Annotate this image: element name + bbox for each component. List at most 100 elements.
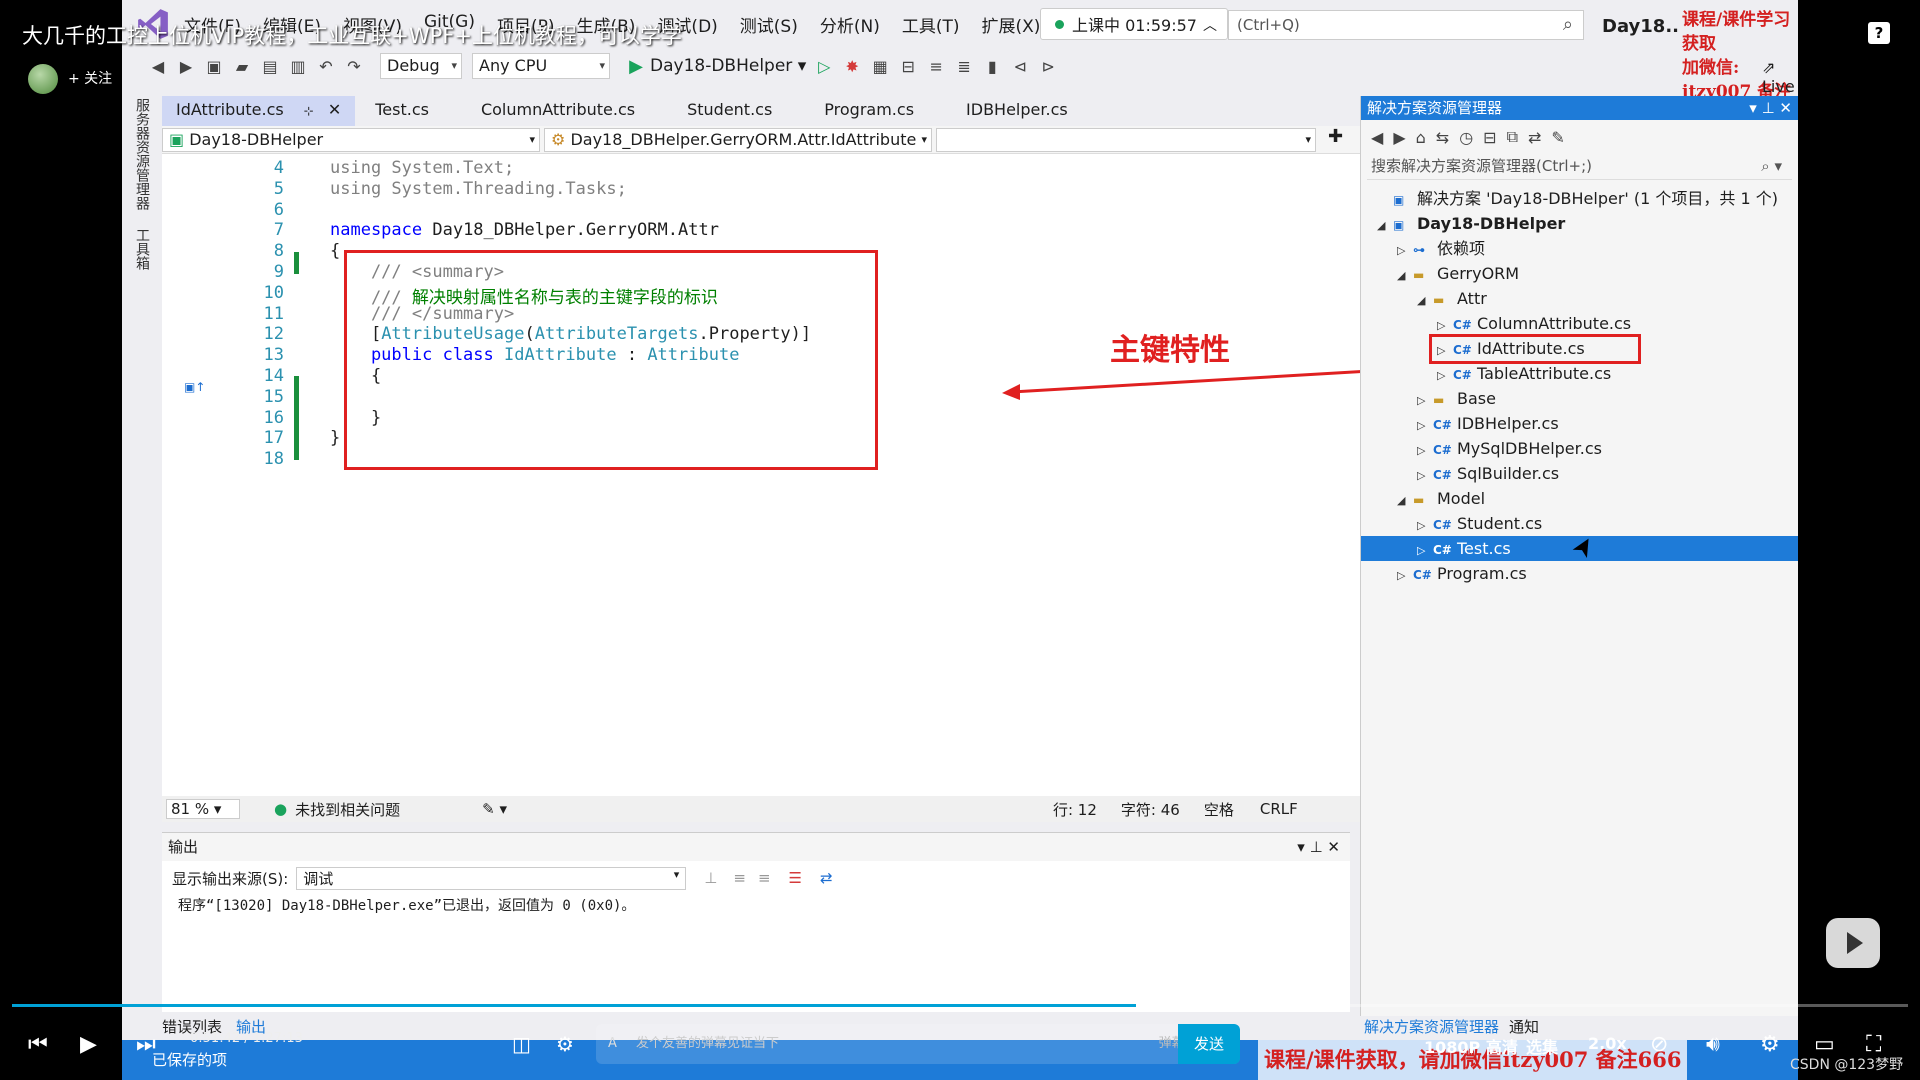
menu-item[interactable]: 分析(N): [820, 12, 880, 37]
pending-changes-icon[interactable]: ◷: [1459, 128, 1473, 147]
document-tab[interactable]: IDBHelper.cs: [952, 96, 1082, 126]
implementation-glyph-icon[interactable]: ▣↑: [184, 380, 205, 394]
chevron-up-icon[interactable]: ︿: [1203, 15, 1217, 35]
document-tab[interactable]: Program.cs: [810, 96, 928, 126]
collapsed-arrow-icon[interactable]: ▷: [1417, 388, 1433, 413]
save-all-icon[interactable]: ▥: [288, 56, 308, 76]
tree-node[interactable]: ◢ ▬ GerryORM: [1361, 261, 1798, 286]
help-icon[interactable]: ?: [1868, 22, 1890, 44]
document-tab[interactable]: ColumnAttribute.cs: [467, 96, 649, 126]
cleanup-icon[interactable]: ✎ ▾: [482, 800, 507, 818]
quick-search-input[interactable]: (Ctrl+Q) ⌕: [1228, 10, 1584, 40]
volume-icon[interactable]: 🔊︎: [1706, 1032, 1720, 1057]
word-wrap-icon[interactable]: ⇄: [820, 869, 833, 887]
attach-icon[interactable]: ▦: [870, 56, 890, 76]
tree-node[interactable]: ▷ ⊶ 依赖项: [1361, 236, 1798, 261]
split-editor-icon[interactable]: ✚: [1328, 126, 1343, 153]
solution-search-input[interactable]: 搜索解决方案资源管理器(Ctrl+;) ⌕ ▾: [1367, 154, 1792, 180]
speed-button[interactable]: 2.0x: [1588, 1034, 1627, 1053]
back-icon[interactable]: ◀: [1371, 128, 1383, 147]
output-source-select[interactable]: 调试 ▾: [296, 866, 687, 890]
collapsed-arrow-icon[interactable]: ▷: [1417, 513, 1433, 538]
output-text[interactable]: 程序“[13020] Day18-DBHelper.exe”已退出，返回值为 0…: [162, 895, 1350, 915]
type-dropdown[interactable]: ⚙ Day18_DBHelper.GerryORM.Attr.IdAttribu…: [544, 128, 932, 152]
collapsed-arrow-icon[interactable]: ▷: [1417, 463, 1433, 488]
clear-all-icon[interactable]: ☰: [789, 869, 802, 887]
settings-icon[interactable]: ⚙: [1760, 1032, 1780, 1057]
panel-controls[interactable]: ▾ ⊥ ✕: [1297, 833, 1340, 861]
hot-reload-icon[interactable]: ✸: [842, 56, 862, 76]
collapse-all-icon[interactable]: ⊟: [1483, 128, 1496, 147]
expanded-arrow-icon[interactable]: ◢: [1397, 263, 1413, 288]
tree-node[interactable]: ◢ ▬ Model: [1361, 486, 1798, 511]
document-tab[interactable]: IdAttribute.cs ⊹ ✕: [162, 96, 356, 126]
configuration-select[interactable]: Debug ▾: [380, 53, 462, 79]
toolbox-tab[interactable]: 工具箱: [132, 228, 152, 270]
tv-mode-icon[interactable]: [1826, 918, 1880, 968]
tree-node[interactable]: ▷ C# Program.cs: [1361, 561, 1798, 586]
play-icon[interactable]: ▶: [80, 1032, 97, 1057]
bookmark-icon[interactable]: ▮: [982, 56, 1002, 76]
issues-status[interactable]: 未找到相关问题: [295, 799, 400, 820]
danmaku-settings-icon[interactable]: ⚙: [556, 1032, 574, 1056]
undo-icon[interactable]: ↶: [316, 56, 336, 76]
tree-node[interactable]: ▷ C# SqlBuilder.cs: [1361, 461, 1798, 486]
platform-select[interactable]: Any CPU ▾: [472, 53, 610, 79]
switch-view-icon[interactable]: ⇆: [1436, 128, 1449, 147]
layout-icon[interactable]: ⊟: [898, 56, 918, 76]
code-text[interactable]: ▣↑ 4 using System.Text; 5 using System.Thre…: [162, 154, 1462, 872]
panel-controls[interactable]: ▾ ⊥ ✕: [1749, 96, 1792, 120]
tree-node[interactable]: ▷ C# TableAttribute.cs: [1361, 361, 1798, 386]
next-message-icon[interactable]: ≡: [758, 869, 771, 887]
line-indicator[interactable]: 行: 12: [1053, 799, 1097, 820]
tree-node[interactable]: ◢ ▣ Day18-DBHelper: [1361, 211, 1798, 236]
episodes-button[interactable]: 选集: [1526, 1034, 1558, 1058]
expanded-arrow-icon[interactable]: ◢: [1397, 488, 1413, 513]
forward-icon[interactable]: ▶: [1393, 128, 1405, 147]
tree-node[interactable]: ▷ ▬ Base: [1361, 386, 1798, 411]
start-debug-icon[interactable]: ▶: [626, 56, 646, 77]
send-button[interactable]: 发送: [1178, 1024, 1240, 1064]
tree-node[interactable]: ▷ C# MySqlDBHelper.cs: [1361, 436, 1798, 461]
find-message-icon[interactable]: ⊥: [704, 869, 717, 887]
tree-node[interactable]: ▣ 解决方案 'Day18-DBHelper' (1 个项目，共 1 个): [1361, 186, 1798, 211]
start-without-debug-icon[interactable]: ▷: [814, 56, 834, 76]
menu-item[interactable]: 工具(T): [902, 12, 960, 37]
uncomment-icon[interactable]: ≣: [954, 56, 974, 76]
pin-icon[interactable]: ⊹: [304, 104, 314, 118]
home-icon[interactable]: ⌂: [1416, 128, 1426, 147]
open-folder-icon[interactable]: ▰: [232, 56, 252, 76]
collapsed-arrow-icon[interactable]: ▷: [1397, 563, 1413, 588]
follow-button[interactable]: + 关注: [68, 68, 112, 88]
uploader-avatar[interactable]: [28, 64, 58, 94]
redo-icon[interactable]: ↷: [344, 56, 364, 76]
document-tab[interactable]: Student.cs: [673, 96, 786, 126]
live-status-pill[interactable]: 上课中 01:59:57 ︿: [1040, 8, 1228, 40]
danmaku-input[interactable]: A 发个友善的弹幕见证当下 弹幕礼仪 ›: [596, 1024, 1240, 1064]
collapsed-arrow-icon[interactable]: ▷: [1417, 413, 1433, 438]
subtitle-off-icon[interactable]: ⊘: [1650, 1032, 1668, 1057]
save-icon[interactable]: ▤: [260, 56, 280, 76]
new-item-icon[interactable]: ▣: [204, 56, 224, 76]
quality-button[interactable]: 1080P 高清: [1424, 1034, 1518, 1058]
menu-item[interactable]: 测试(S): [740, 12, 798, 37]
expanded-arrow-icon[interactable]: ◢: [1377, 213, 1393, 238]
member-dropdown[interactable]: ▾: [936, 128, 1316, 152]
show-all-files-icon[interactable]: ⧉: [1507, 127, 1518, 147]
zoom-select[interactable]: 81 % ▾: [166, 799, 240, 819]
expanded-arrow-icon[interactable]: ◢: [1417, 288, 1433, 313]
properties-icon[interactable]: ✎: [1551, 128, 1564, 147]
collapsed-arrow-icon[interactable]: ▷: [1417, 438, 1433, 463]
prev-message-icon[interactable]: ≡: [733, 869, 746, 887]
menu-item[interactable]: 扩展(X): [982, 12, 1041, 37]
forward-icon[interactable]: ▶: [176, 56, 196, 76]
collapsed-arrow-icon[interactable]: ▷: [1437, 363, 1453, 388]
eol-indicator[interactable]: CRLF: [1260, 800, 1298, 818]
tree-node[interactable]: ◢ ▬ Attr: [1361, 286, 1798, 311]
comment-icon[interactable]: ≡: [926, 56, 946, 76]
danmaku-toggle-icon[interactable]: ◫: [512, 1032, 531, 1056]
tree-node[interactable]: ▷ C# IDBHelper.cs: [1361, 411, 1798, 436]
previous-icon[interactable]: ⏮: [28, 1032, 48, 1057]
video-progress-bar[interactable]: [12, 1004, 1908, 1007]
next-icon[interactable]: ⏭: [136, 1032, 156, 1057]
